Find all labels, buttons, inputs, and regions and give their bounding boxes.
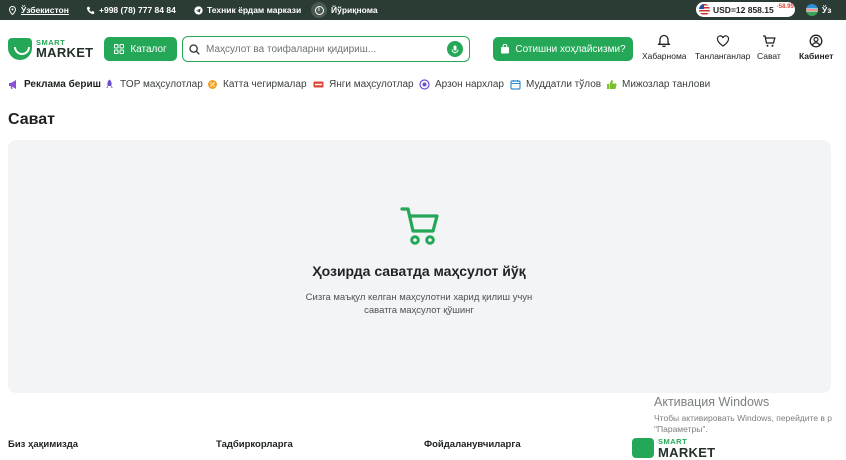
info-icon: i [311, 2, 327, 18]
empty-desc-line-1: Сизга маъқул келган маҳсулотни харид қил… [305, 292, 533, 303]
logo-text-bottom: MARKET [36, 45, 94, 61]
empty-cart-icon [400, 207, 439, 245]
activation-line-2: "Параметры". [654, 424, 708, 435]
telegram-icon [194, 5, 203, 15]
search-box [182, 36, 470, 62]
nav-label: Арзон нархлар [435, 78, 504, 90]
nav-item-cheap-prices[interactable]: Арзон нархлар [419, 75, 504, 93]
empty-desc-line-2: саватга маҳсулот қўшинг [364, 304, 474, 316]
footer-logo-text-bottom: MARKET [658, 444, 716, 460]
nav-item-top-products[interactable]: TOP маҳсулотлар [104, 75, 203, 93]
nav-label: Реклама бериш [24, 78, 101, 90]
currency-value: USD=12 858.15 [713, 4, 774, 15]
nav-label: Мижозлар танлови [622, 78, 711, 90]
phone-icon [86, 6, 95, 14]
guide-label: Йўриқнома [331, 5, 378, 15]
region-label: Ўзбекистон [21, 5, 69, 15]
page-title: Сават [8, 111, 56, 128]
phone-link[interactable]: +998 (78) 777 84 84 [86, 0, 176, 20]
search-input[interactable] [206, 43, 441, 55]
voice-search-button[interactable] [447, 41, 463, 57]
nav-item-customers-choice[interactable]: Мижозлар танлови [606, 75, 710, 93]
notifications-button[interactable]: Хабарнома [642, 34, 687, 61]
catalog-button[interactable]: Каталог [104, 37, 177, 61]
rocket-icon [106, 79, 113, 88]
notifications-label: Хабарнома [642, 51, 687, 61]
footer-logo[interactable]: SMART MARKET [632, 438, 715, 459]
location-pin-icon [9, 5, 16, 15]
nav-item-advertise[interactable]: Реклама бериш [8, 75, 101, 93]
cabinet-label: Кабинет [799, 51, 834, 61]
thumb-up-icon [607, 79, 617, 89]
bell-icon [657, 34, 671, 48]
footer-about-heading: Биз ҳақимизда [8, 439, 79, 450]
footer-users-heading: Фойдаланувчиларга [424, 439, 521, 450]
phone-number: +998 (78) 777 84 84 [99, 5, 176, 15]
logo-mark-icon [8, 38, 32, 60]
sell-label: Сотишни хоҳлайсизми? [515, 43, 626, 55]
activation-line-1: Чтобы активировать Windows, перейдите в … [654, 413, 833, 423]
favorites-button[interactable]: Танланганлар [695, 34, 750, 61]
new-badge-icon [313, 81, 324, 87]
currency-rate: USD=12 858.15 -58.95 [696, 2, 795, 17]
nav-label: Муддатли тўлов [526, 78, 602, 90]
megaphone-icon [9, 79, 16, 89]
language-selector[interactable]: Ўз [806, 0, 832, 20]
coin-icon [419, 78, 430, 90]
top-bar: Ўзбекистон +998 (78) 777 84 84 Техник ёр… [0, 0, 846, 20]
empty-cart-description: Сизга маъқул келган маҳсулотни харид қил… [0, 292, 838, 318]
calendar-icon [510, 79, 521, 90]
footer-logo-mark-icon [632, 438, 654, 458]
favorites-label: Танланганлар [695, 51, 751, 61]
microphone-icon [451, 45, 459, 53]
search-icon [189, 43, 200, 55]
activation-title: Активация Windows [654, 395, 770, 409]
cart-label: Сават [757, 51, 781, 61]
heart-icon [716, 35, 729, 47]
cart-button[interactable]: Сават [757, 34, 781, 61]
support-link[interactable]: Техник ёрдам маркази [194, 0, 301, 20]
site-logo[interactable]: SMART MARKET [8, 38, 93, 60]
category-nav: Реклама бериш TOP маҳсулотлар Катта чеги… [0, 75, 846, 93]
grid-icon [114, 44, 125, 54]
nav-label: Катта чегирмалар [223, 78, 307, 90]
windows-activation-watermark: Активация Windows Чтобы активировать Win… [654, 395, 832, 435]
footer-business-heading: Тадбиркорларга [216, 439, 293, 450]
catalog-label: Каталог [130, 43, 167, 55]
sell-button[interactable]: Сотишни хоҳлайсизми? [493, 37, 633, 61]
nav-label: TOP маҳсулотлар [120, 78, 203, 90]
nav-item-big-discounts[interactable]: Катта чегирмалар [207, 75, 307, 93]
header: SMART MARKET Каталог Сотишни хоҳлайсизми… [0, 20, 846, 70]
shopping-bag-icon [501, 44, 510, 54]
nav-item-new-products[interactable]: Янги маҳсулотлар [313, 75, 414, 93]
uz-flag-icon [806, 4, 818, 16]
cabinet-button[interactable]: Кабинет [799, 34, 833, 61]
us-flag-icon [699, 4, 710, 15]
region-selector[interactable]: Ўзбекистон [8, 0, 69, 20]
language-label: Ўз [822, 5, 832, 15]
user-icon [809, 34, 823, 48]
cart-icon [762, 35, 776, 47]
currency-diff: -58.95 [776, 3, 794, 10]
nav-label: Янги маҳсулотлар [329, 78, 414, 90]
guide-link[interactable]: i Йўриқнома [311, 0, 378, 20]
nav-item-installments[interactable]: Муддатли тўлов [510, 75, 601, 93]
discount-icon [208, 79, 217, 89]
empty-cart-title: Ҳозирда саватда маҳсулот йўқ [312, 263, 526, 279]
support-label: Техник ёрдам маркази [207, 5, 302, 15]
